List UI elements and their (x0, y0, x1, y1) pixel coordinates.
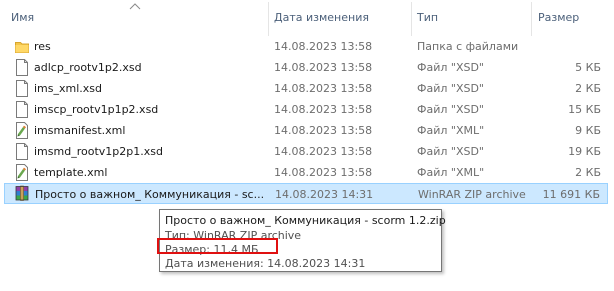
file-date: 14.08.2023 13:58 (274, 103, 373, 116)
winrar-archive-icon (15, 185, 29, 201)
file-row-ims-xml-xsd[interactable]: ims_xml.xsd 14.08.2023 13:58 Файл "XSD" … (4, 78, 608, 99)
file-name: ims_xml.xsd (34, 82, 103, 95)
file-date: 14.08.2023 13:58 (274, 61, 373, 74)
file-icon (16, 143, 28, 160)
tooltip-file-name: Просто о важном_ Коммуникация - scorm 1.… (165, 214, 446, 227)
column-header-name[interactable]: Имя (11, 0, 34, 36)
file-name: imscp_rootv1p1p2.xsd (34, 103, 159, 116)
column-header-type[interactable]: Тип (417, 0, 438, 36)
xml-file-icon (16, 122, 28, 139)
file-name: res (34, 40, 51, 53)
file-date: 14.08.2023 13:58 (274, 145, 373, 158)
column-header-size[interactable]: Размер (538, 0, 579, 36)
file-size: 11 691 КБ (542, 188, 600, 201)
file-row-adlcp-rootv1p2-xsd[interactable]: adlcp_rootv1p2.xsd 14.08.2023 13:58 Файл… (4, 57, 608, 78)
column-divider[interactable] (411, 2, 412, 36)
column-header-date[interactable]: Дата изменения (274, 0, 369, 36)
file-size: 5 КБ (575, 61, 601, 74)
file-type: Файл "XML" (417, 124, 485, 137)
folder-icon (15, 42, 29, 53)
file-name: Просто о важном_ Коммуникация - sc... (35, 188, 265, 201)
xml-file-icon (16, 164, 28, 181)
file-date: 14.08.2023 13:58 (274, 82, 373, 95)
file-row-imsmanifest-xml[interactable]: imsmanifest.xml 14.08.2023 13:58 Файл "X… (4, 120, 608, 141)
file-name: imsmanifest.xml (34, 124, 126, 137)
sort-ascending-icon (129, 3, 141, 10)
file-type: Файл "XML" (417, 166, 485, 179)
column-divider[interactable] (268, 2, 269, 36)
column-divider[interactable] (531, 2, 532, 36)
file-name: imsmd_rootv1p2p1.xsd (34, 145, 163, 158)
file-name: adlcp_rootv1p2.xsd (34, 61, 142, 74)
file-icon (16, 59, 28, 76)
file-type: WinRAR ZIP archive (418, 188, 526, 201)
file-size: 19 КБ (568, 145, 601, 158)
file-name: template.xml (34, 166, 108, 179)
file-size: 2 КБ (575, 166, 601, 179)
file-date: 14.08.2023 13:58 (274, 166, 373, 179)
file-type: Файл "XSD" (417, 82, 484, 95)
file-type: Папка с файлами (417, 40, 519, 53)
file-size: 2 КБ (575, 82, 601, 95)
file-icon (16, 101, 28, 118)
file-type: Файл "XSD" (417, 145, 484, 158)
column-header-bar: Имя Дата изменения Тип Размер (0, 0, 614, 36)
file-info-tooltip: Просто о важном_ Коммуникация - scorm 1.… (157, 209, 446, 272)
file-size: 9 КБ (575, 124, 601, 137)
file-type: Файл "XSD" (417, 103, 484, 116)
file-date: 14.08.2023 13:58 (274, 40, 373, 53)
size-highlight-box (157, 238, 278, 254)
file-row-res[interactable]: res 14.08.2023 13:58 Папка с файлами (4, 36, 608, 57)
file-row-template-xml[interactable]: template.xml 14.08.2023 13:58 Файл "XML"… (4, 162, 608, 183)
file-row-imscp-rootv1p1p2-xsd[interactable]: imscp_rootv1p1p2.xsd 14.08.2023 13:58 Фа… (4, 99, 608, 120)
tooltip-modified-date: Дата изменения: 14.08.2023 14:31 (165, 257, 366, 270)
file-date: 14.08.2023 13:58 (274, 124, 373, 137)
file-date: 14.08.2023 14:31 (275, 188, 374, 201)
file-type: Файл "XSD" (417, 61, 484, 74)
file-row-scorm-zip[interactable]: Просто о важном_ Коммуникация - sc... 14… (4, 183, 608, 204)
file-icon (16, 80, 28, 97)
file-size: 15 КБ (568, 103, 601, 116)
file-row-imsmd-rootv1p2p1-xsd[interactable]: imsmd_rootv1p2p1.xsd 14.08.2023 13:58 Фа… (4, 141, 608, 162)
